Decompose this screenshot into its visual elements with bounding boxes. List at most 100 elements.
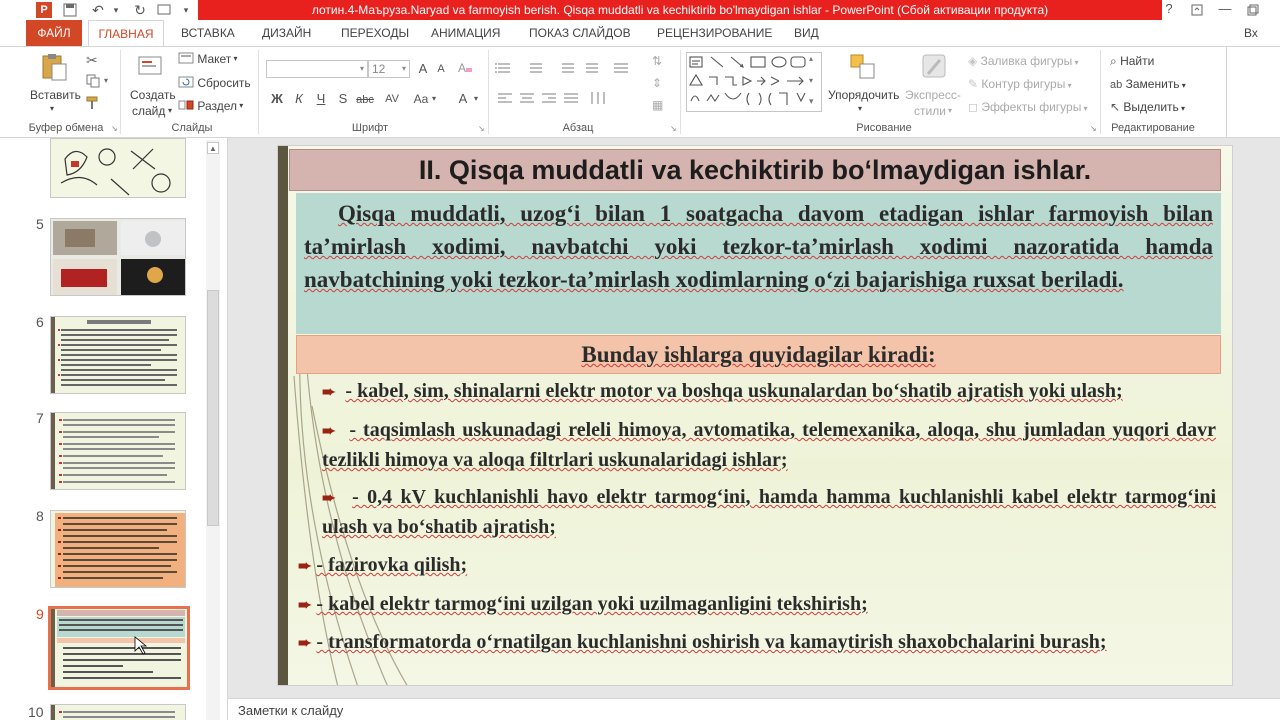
font-color-dropdown-icon[interactable]: ▾ [472,90,480,108]
arrange-button[interactable]: Упорядочить ▾ [828,52,900,116]
replace-label: Заменить [1125,77,1180,91]
line-spacing-button[interactable] [612,58,636,76]
clear-formatting-icon[interactable]: A [456,60,474,78]
sign-in-link[interactable]: Вх [1244,20,1258,46]
shapes-gallery-scroll-down-icon[interactable]: ▾ [809,76,813,85]
shape-effects-button[interactable]: ◻ Эффекты фигуры ▾ [968,100,1088,116]
numbering-button[interactable] [526,58,550,76]
maximize-button[interactable] [1240,0,1266,20]
tab-animation[interactable]: АНИМАЦИЯ [431,20,500,46]
save-icon[interactable] [60,0,80,20]
decrease-font-icon[interactable]: A [432,60,450,78]
shape-outline-button[interactable]: ✎ Контур фигуры ▾ [968,77,1072,93]
justify-button[interactable] [562,90,580,108]
slideshow-icon[interactable] [154,0,174,20]
font-name-combo[interactable]: ▾ [266,60,368,78]
align-center-button[interactable] [518,90,536,108]
paragraph-launcher-icon[interactable]: ↘ [670,124,677,133]
bullet-list-box[interactable]: ➨ - kabel, sim, shinalarni elektr motor … [294,377,1216,685]
bold-button[interactable]: Ж [268,90,286,108]
character-spacing-button[interactable]: AV [380,90,404,108]
tab-transitions[interactable]: ПЕРЕХОДЫ [341,20,409,46]
change-case-dropdown-icon[interactable]: ▾ [430,90,438,108]
increase-indent-button[interactable] [584,58,604,76]
ribbon-right-edge [1226,46,1227,138]
align-right-button[interactable] [540,90,558,108]
align-text-icon[interactable]: ⇕ [652,76,662,90]
slide-thumbnail-4[interactable] [50,138,186,198]
thumbnail-scroll-up-icon[interactable]: ▲ [207,142,219,154]
slide-title-box[interactable]: II. Qisqa muddatli va kechiktirib bo‘lma… [289,149,1221,191]
bullets-button[interactable] [494,58,518,76]
ribbon-separator [120,50,121,134]
shape-outline-icon: ✎ [968,77,979,91]
arrange-icon [850,54,875,79]
tab-design[interactable]: ДИЗАЙН [262,20,311,46]
redo-icon[interactable]: ↻ [130,0,150,20]
shape-fill-button[interactable]: ◈ Заливка фигуры ▾ [968,54,1078,70]
shapes-gallery[interactable] [686,52,822,112]
paste-button[interactable]: Вставить ▾ [30,52,81,116]
thumbnail-scrollbar-thumb[interactable] [207,290,219,526]
new-slide-button[interactable]: Создать слайд ▾ [126,52,176,118]
font-size-combo[interactable]: 12 ▾ [368,60,410,78]
arrange-label: Упорядочить [828,88,900,102]
increase-font-icon[interactable]: A [414,60,432,78]
slide-canvas[interactable]: II. Qisqa muddatli va kechiktirib bo‘lma… [277,145,1233,686]
align-left-button[interactable] [494,90,512,108]
find-button[interactable]: ⌕ Найти [1110,54,1154,68]
shapes-gallery-scroll-up-icon[interactable]: ▴ [809,54,813,63]
font-launcher-icon[interactable]: ↘ [478,124,485,133]
text-direction-icon[interactable]: ⇅ [652,54,662,68]
shapes-gallery-more-icon[interactable]: ▾ [809,96,814,107]
underline-button[interactable]: Ч [312,90,330,108]
smartart-icon[interactable]: ▦ [652,98,663,112]
tab-slideshow[interactable]: ПОКАЗ СЛАЙДОВ [529,20,631,46]
layout-button[interactable]: Макет ▾ [178,52,238,68]
copy-icon[interactable] [86,74,100,91]
intro-paragraph: Qisqa muddatli, uzog‘i bilan 1 soatgacha… [304,197,1213,296]
cut-icon[interactable]: ✂ [86,52,98,69]
undo-icon[interactable]: ↶ [88,0,108,20]
ribbon-display-options-icon[interactable] [1184,0,1210,20]
window-title: лотин.4-Маърузa.Naryad va farmoyish beri… [198,0,1162,20]
section-button[interactable]: Раздел ▾ [178,99,243,115]
copy-dropdown-icon[interactable]: ▾ [104,76,108,85]
decrease-indent-button[interactable] [560,58,580,76]
format-painter-icon[interactable] [86,96,102,113]
columns-button[interactable] [588,90,610,108]
tab-home[interactable]: ГЛАВНАЯ [88,20,164,46]
tab-view[interactable]: ВИД [794,20,819,46]
quick-styles-button[interactable]: Экспресс- стили ▾ [902,52,966,118]
tab-review[interactable]: РЕЦЕНЗИРОВАНИЕ [657,20,772,46]
intro-text-box[interactable]: Qisqa muddatli, uzog‘i bilan 1 soatgacha… [296,193,1221,334]
undo-dropdown-icon[interactable]: ▾ [106,0,126,20]
new-slide-icon [138,56,162,75]
font-color-button[interactable]: A [454,90,472,108]
tab-insert[interactable]: ВСТАВКА [181,20,235,46]
notes-placeholder: Заметки к слайду [238,703,344,718]
minimize-button[interactable]: — [1212,0,1238,20]
section-icon [178,100,194,110]
shadow-button[interactable]: S [334,90,352,108]
change-case-button[interactable]: Aa [410,90,432,108]
select-button[interactable]: ↖ Выделить ▾ [1110,100,1185,116]
customize-quickaccess-icon[interactable]: ▾ [176,0,196,20]
clipboard-launcher-icon[interactable]: ↘ [111,124,118,133]
slide-thumbnail-9[interactable] [48,606,190,690]
drawing-launcher-icon[interactable]: ↘ [1090,124,1097,133]
subheading-box[interactable]: Bunday ishlarga quyidagilar kiradi: [296,335,1221,374]
slide-thumbnail-7[interactable] [50,412,186,490]
help-button[interactable]: ? [1156,0,1182,20]
italic-button[interactable]: К [290,90,308,108]
replace-button[interactable]: ab Заменить ▾ [1110,77,1186,93]
reset-button[interactable]: Сбросить [178,76,251,92]
strikethrough-button[interactable]: abc [354,90,376,108]
slide-thumbnail-6[interactable] [50,316,186,394]
find-icon: ⌕ [1110,54,1117,68]
notes-pane[interactable] [228,698,1280,720]
slide-thumbnail-8[interactable] [50,510,186,588]
slide-thumbnail-5[interactable] [50,218,186,296]
slide-thumbnail-10[interactable] [50,704,186,720]
tab-file[interactable]: ФАЙЛ [26,20,82,46]
